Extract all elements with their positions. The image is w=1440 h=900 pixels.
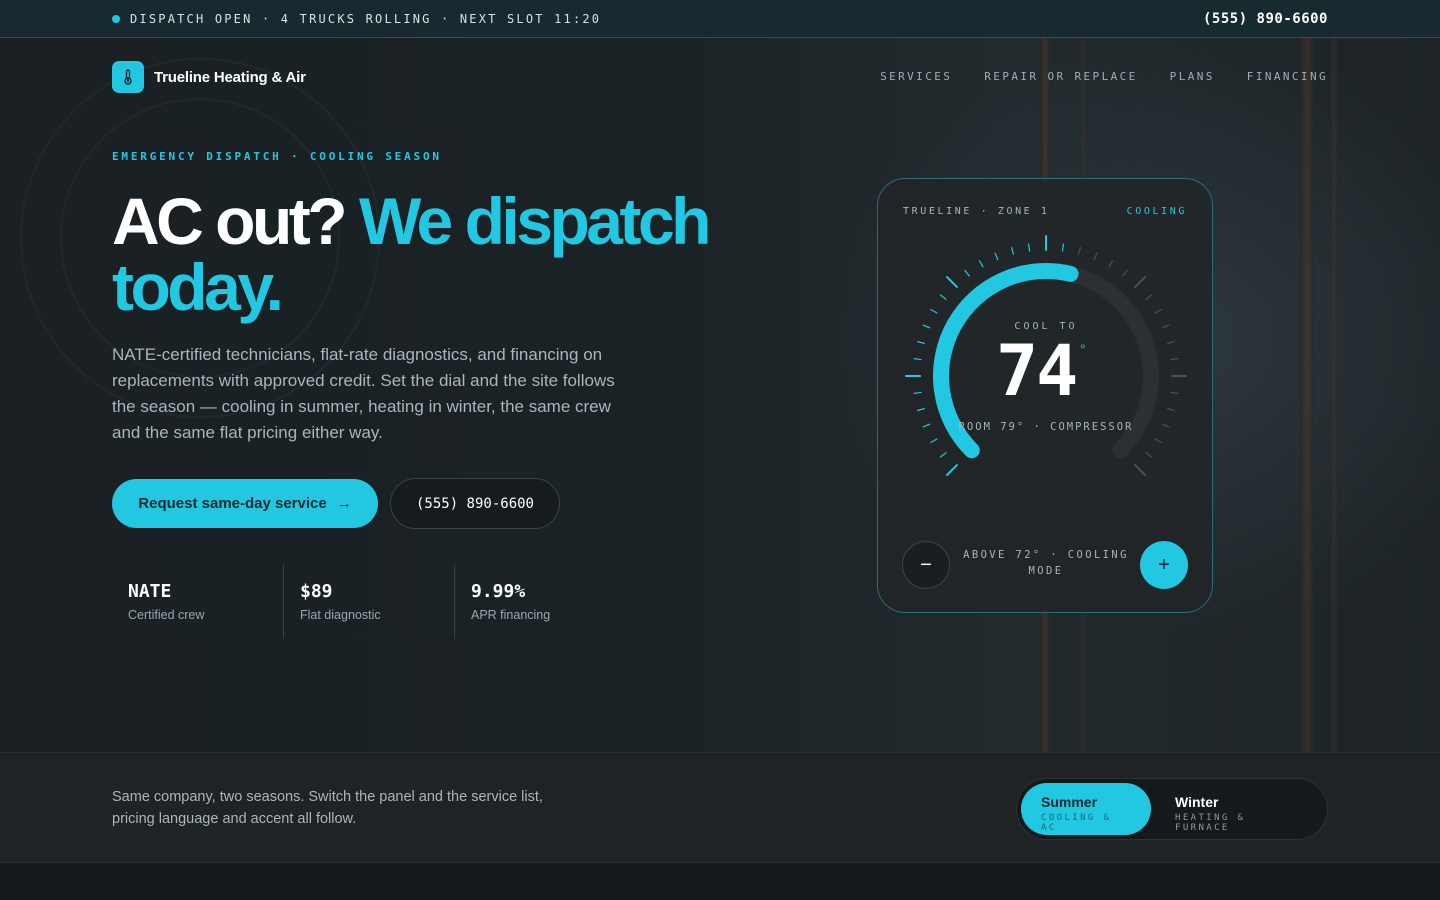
thermostat-card: TRUELINE · ZONE 1 COOLING COOL TO 74 ° R… — [877, 178, 1213, 613]
degree-mark: ° — [1080, 341, 1086, 357]
dial-tick — [1154, 438, 1162, 444]
season-description: Same company, two seasons. Switch the pa… — [112, 789, 543, 827]
stat-value: 9.99% — [471, 581, 526, 602]
stat-diagnostic: $89 Flat diagnostic — [283, 565, 454, 639]
season-option-subtitle: HEATING & FURNACE — [1175, 813, 1246, 833]
stat-label: Certified crew — [128, 608, 205, 622]
dial-tick — [964, 269, 970, 277]
call-phone-button[interactable]: (555) 890-6600 — [390, 478, 560, 529]
dispatch-status: DISPATCH OPEN · 4 TRUCKS ROLLING · NEXT … — [112, 12, 601, 26]
season-option-winter[interactable]: Winter HEATING & FURNACE — [1155, 783, 1325, 835]
hero-stats: NATE Certified crew $89 Flat diagnostic … — [112, 565, 625, 639]
dial-tick — [946, 464, 958, 476]
dial-tick — [916, 408, 925, 412]
brand[interactable]: Trueline Heating & Air — [112, 61, 306, 93]
request-service-button[interactable]: Request same-day service → — [112, 479, 378, 528]
dispatch-status-text: DISPATCH OPEN · 4 TRUCKS ROLLING · NEXT … — [130, 11, 602, 26]
dial-tick — [939, 452, 947, 458]
season-option-title: Winter — [1175, 794, 1219, 810]
season-option-summer[interactable]: Summer COOLING & AC — [1021, 783, 1151, 835]
setpoint-value: 74 — [996, 330, 1078, 412]
dial-tick — [1134, 276, 1146, 288]
nav-repair-or-replace[interactable]: REPAIR OR REPLACE — [984, 70, 1137, 83]
nav-plans[interactable]: PLANS — [1170, 70, 1215, 83]
season-strip: Same company, two seasons. Switch the pa… — [0, 752, 1440, 863]
season-option-subtitle: COOLING & AC — [1041, 813, 1112, 833]
dial-tick — [1145, 452, 1153, 458]
dial-tick — [930, 438, 938, 444]
mode-note: ABOVE 72° · COOLING MODE — [963, 549, 1129, 577]
dial-tick — [994, 252, 999, 261]
dial-tick — [1028, 243, 1031, 252]
stat-label: Flat diagnostic — [300, 608, 381, 622]
dial-tick — [1154, 308, 1162, 314]
decrease-temp-button[interactable]: − — [902, 541, 950, 589]
stat-financing: 9.99% APR financing — [454, 565, 625, 639]
dial-tick — [1108, 260, 1114, 268]
dial-tick — [930, 308, 938, 314]
season-option-title: Summer — [1041, 794, 1098, 810]
dial-tick — [946, 276, 958, 288]
stat-value: $89 — [300, 581, 333, 602]
room-status: ROOM 79° · COMPRESSOR — [958, 421, 1134, 433]
hero-lede: NATE-certified technicians, flat-rate di… — [112, 345, 615, 442]
dial-tick — [1170, 358, 1179, 361]
dial-tick — [1093, 252, 1098, 261]
dial-tick — [1134, 464, 1146, 476]
dial-tick — [913, 358, 922, 361]
arrow-right-icon: → — [336, 495, 352, 512]
thermometer-icon — [112, 61, 144, 93]
dial-tick — [913, 391, 922, 394]
stat-certified: NATE Certified crew — [112, 565, 283, 639]
dial-tick — [978, 260, 984, 268]
stat-value: NATE — [128, 581, 172, 602]
status-dot-icon — [112, 14, 120, 23]
dial-tick — [1010, 246, 1014, 255]
request-service-label: Request same-day service — [138, 495, 327, 512]
season-toggle: Summer COOLING & AC Winter HEATING & FUR… — [1016, 778, 1328, 840]
dial-tick — [1167, 408, 1176, 412]
dial-tick — [1078, 246, 1082, 255]
dial-tick — [1167, 340, 1176, 344]
headline-plain: AC out? — [112, 184, 359, 258]
dial-tick — [1061, 243, 1064, 252]
dial-tick — [939, 294, 947, 300]
dial-tick — [1170, 391, 1179, 394]
brand-name: Trueline Heating & Air — [154, 68, 306, 86]
dispatch-status-bar: DISPATCH OPEN · 4 TRUCKS ROLLING · NEXT … — [0, 0, 1440, 38]
stat-label: APR financing — [471, 608, 551, 622]
hero-headline: AC out? We dispatch today. — [112, 188, 732, 320]
dial-tick — [1145, 294, 1153, 300]
dial-tick — [916, 340, 925, 344]
nav-financing[interactable]: FINANCING — [1247, 70, 1328, 83]
hero-eyebrow: EMERGENCY DISPATCH · COOLING SEASON — [112, 150, 442, 163]
dial-tick — [1122, 269, 1128, 277]
main-nav: SERVICES REPAIR OR REPLACE PLANS FINANCI… — [880, 70, 1328, 83]
nav-services[interactable]: SERVICES — [880, 70, 952, 83]
increase-temp-button[interactable]: + — [1140, 541, 1188, 589]
top-phone-link[interactable]: (555) 890-6600 — [1203, 11, 1328, 27]
